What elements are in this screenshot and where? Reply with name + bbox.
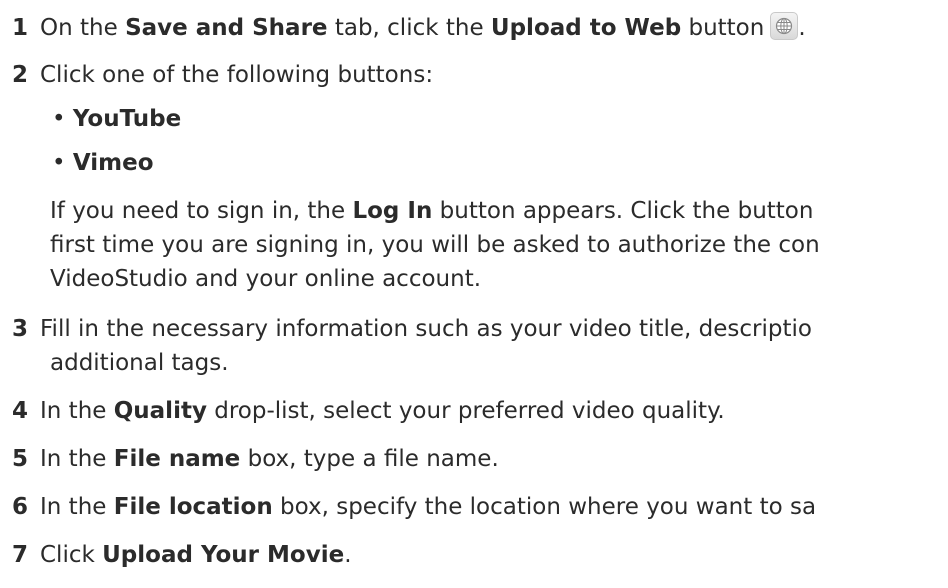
step-number: 3 bbox=[12, 316, 29, 342]
bullet-marker: • bbox=[52, 150, 66, 176]
step-1: 1 On the Save and Share tab, click the Up… bbox=[12, 12, 806, 43]
step-3: 3 Fill in the necessary information such … bbox=[12, 314, 812, 344]
step-text: In the bbox=[40, 494, 114, 520]
step-text: drop-list, select your preferred video q… bbox=[206, 398, 725, 424]
step-text: . bbox=[798, 15, 806, 41]
bullet-label: Vimeo bbox=[72, 150, 154, 176]
step-number: 4 bbox=[12, 398, 29, 424]
tab-name: Save and Share bbox=[125, 15, 328, 41]
step-number: 2 bbox=[12, 62, 29, 88]
step-text: Click bbox=[40, 542, 103, 568]
step-number: 1 bbox=[12, 15, 29, 41]
note-text: VideoStudio and your online account. bbox=[50, 266, 482, 292]
bullet-label: YouTube bbox=[72, 106, 182, 132]
note-text: button appears. Click the button bbox=[432, 198, 814, 224]
step-text: button bbox=[681, 15, 765, 41]
step-text: In the bbox=[40, 398, 114, 424]
step-number: 7 bbox=[12, 542, 29, 568]
button-name: Log In bbox=[352, 198, 433, 224]
step-text: additional tags. bbox=[50, 350, 229, 376]
step-text: box, type a file name. bbox=[240, 446, 499, 472]
step-3-continuation: additional tags. bbox=[50, 348, 229, 378]
step-text: On the bbox=[40, 15, 126, 41]
step-6: 6 In the File location box, specify the l… bbox=[12, 492, 816, 522]
step-number: 6 bbox=[12, 494, 29, 520]
sign-in-note-line-1: If you need to sign in, the Log In butto… bbox=[50, 196, 813, 226]
step-text: tab, click the bbox=[327, 15, 491, 41]
bullet-marker: • bbox=[52, 106, 66, 132]
document-page: 1 On the Save and Share tab, click the Up… bbox=[0, 0, 948, 588]
control-name: Quality bbox=[113, 398, 207, 424]
button-name: Upload to Web bbox=[490, 15, 682, 41]
note-text: If you need to sign in, the bbox=[50, 198, 353, 224]
globe-icon bbox=[776, 17, 793, 35]
step-5: 5 In the File name box, type a file name. bbox=[12, 444, 499, 474]
step-text: Fill in the necessary information such a… bbox=[40, 316, 812, 342]
sign-in-note-line-2: first time you are signing in, you will … bbox=[50, 230, 820, 260]
upload-to-web-button-image bbox=[770, 12, 799, 40]
step-2: 2 Click one of the following buttons: bbox=[12, 60, 433, 90]
step-text: Click one of the following buttons: bbox=[40, 62, 434, 88]
bullet-item-vimeo: • Vimeo bbox=[52, 148, 154, 178]
button-name: Upload Your Movie bbox=[102, 542, 345, 568]
step-7: 7 Click Upload Your Movie. bbox=[12, 540, 352, 570]
control-name: File location bbox=[113, 494, 273, 520]
step-text: box, specify the location where you want… bbox=[272, 494, 817, 520]
bullet-item-youtube: • YouTube bbox=[52, 104, 181, 134]
step-text: . bbox=[344, 542, 352, 568]
note-text: first time you are signing in, you will … bbox=[50, 232, 820, 258]
step-number: 5 bbox=[12, 446, 29, 472]
step-text: In the bbox=[40, 446, 114, 472]
sign-in-note-line-3: VideoStudio and your online account. bbox=[50, 264, 481, 294]
step-4: 4 In the Quality drop-list, select your p… bbox=[12, 396, 725, 426]
control-name: File name bbox=[113, 446, 241, 472]
